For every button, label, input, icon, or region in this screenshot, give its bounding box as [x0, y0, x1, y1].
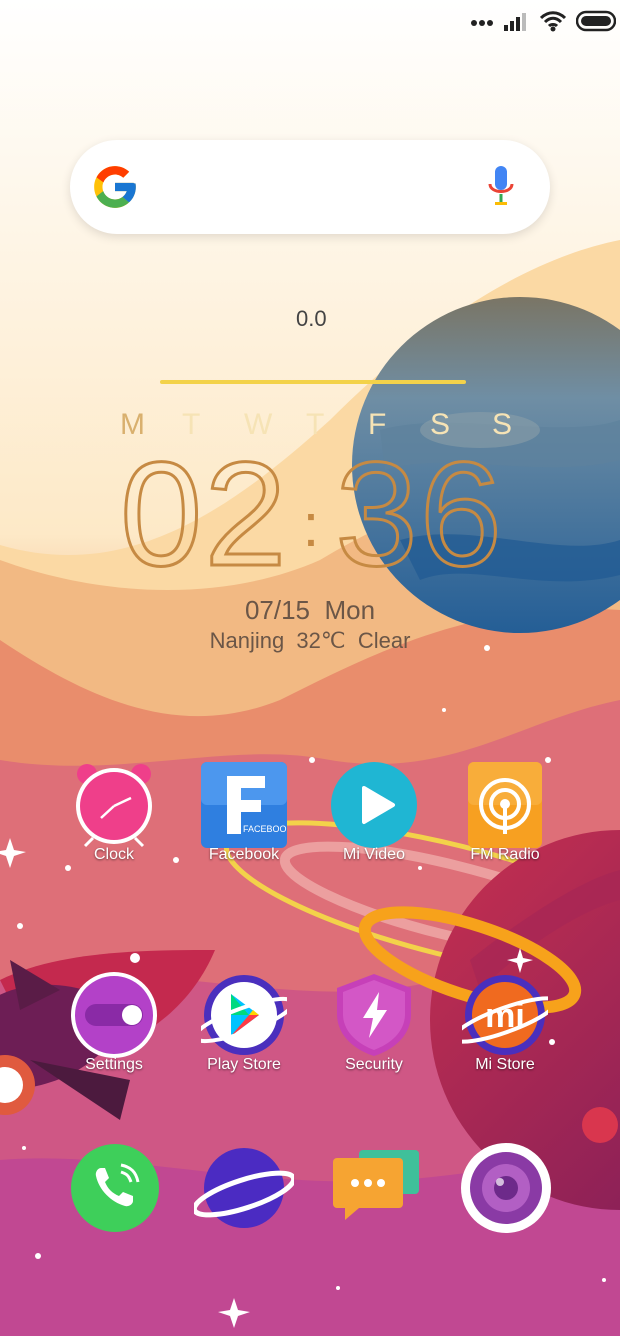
app-label: Clock — [93, 846, 134, 863]
play-icon — [331, 762, 417, 848]
dock-messaging[interactable] — [325, 1138, 425, 1238]
app-label: FM Radio — [470, 846, 540, 863]
dock-browser[interactable] — [191, 1138, 297, 1238]
app-label: Mi Store — [475, 1056, 535, 1073]
microphone-icon[interactable] — [486, 164, 516, 210]
status-bar — [0, 0, 620, 50]
wifi-icon — [540, 11, 566, 32]
toggle-settings-icon — [71, 972, 157, 1058]
clock-separator: : — [302, 491, 322, 559]
camera-icon — [461, 1143, 551, 1233]
app-mi-store[interactable]: mi Mi Store — [440, 972, 570, 1082]
shield-bolt-icon — [337, 974, 411, 1056]
battery-icon — [576, 10, 616, 32]
clock-time: 02:36 — [119, 438, 504, 591]
planet-browser-icon — [191, 1148, 297, 1228]
app-mi-video[interactable]: Mi Video — [309, 762, 439, 872]
app-label: Settings — [85, 1056, 143, 1073]
app-settings[interactable]: Settings — [49, 972, 179, 1082]
phone-icon — [71, 1144, 159, 1232]
app-label: Facebook — [208, 846, 280, 863]
mi-logo-icon: mi — [462, 975, 548, 1055]
widget-divider-bar — [160, 380, 466, 384]
widget-weather: Nanjing 32℃ Clear — [209, 628, 411, 653]
app-label: Security — [345, 1056, 403, 1073]
cellular-signal-icon — [504, 13, 526, 31]
clock-weather-widget[interactable]: 0.0 M T W T F S S 02:36 07/15 Mon Nanjin… — [0, 290, 620, 670]
widget-date: 07/15 Mon — [244, 595, 376, 625]
facebook-icon: FACEBOOK — [201, 762, 287, 848]
app-security[interactable]: Security — [309, 972, 439, 1082]
radio-icon — [468, 762, 542, 848]
google-search-bar[interactable] — [70, 140, 550, 234]
widget-top-text: 0.0 — [296, 306, 327, 331]
messaging-icon — [333, 1150, 419, 1220]
app-play-store[interactable]: Play Store — [179, 972, 309, 1082]
app-fm-radio[interactable]: FM Radio — [440, 762, 570, 872]
dock-camera[interactable] — [456, 1138, 556, 1238]
app-label: Play Store — [207, 1056, 281, 1073]
app-label: Mi Video — [343, 846, 405, 863]
dock-phone[interactable] — [65, 1138, 165, 1238]
app-clock[interactable]: Clock — [49, 762, 179, 872]
facebook-small-text: FACEBOOK — [243, 824, 287, 834]
app-facebook[interactable]: FACEBOOK Facebook — [179, 762, 309, 872]
clock-hours: 02 — [119, 432, 289, 597]
clock-minutes: 36 — [334, 432, 504, 597]
alarm-clock-icon — [76, 764, 152, 848]
signal-dots-icon — [471, 20, 493, 26]
google-g-icon — [94, 166, 136, 208]
play-store-icon — [201, 975, 287, 1055]
